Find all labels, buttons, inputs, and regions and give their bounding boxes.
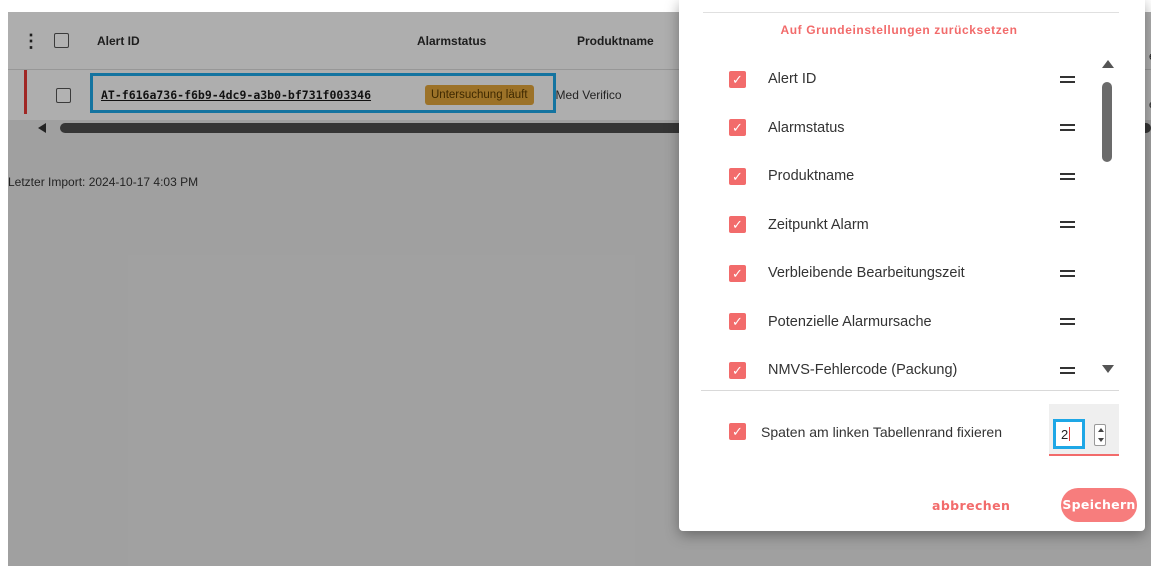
column-label: NMVS-Fehlercode (Packung)	[768, 362, 958, 379]
column-label: Alert ID	[768, 71, 817, 88]
column-label: Potenzielle Alarmursache	[768, 313, 932, 330]
list-item[interactable]: ✓ Verbleibende Bearbeitungszeit	[679, 249, 1099, 298]
list-item[interactable]: ✓ Produktname	[679, 152, 1099, 201]
column-checkbox[interactable]: ✓	[729, 313, 746, 331]
drag-handle-icon[interactable]	[1060, 172, 1075, 180]
cancel-button[interactable]: abbrechen	[932, 498, 1010, 513]
column-checkbox[interactable]: ✓	[729, 264, 746, 282]
list-item[interactable]: ✓ Alert ID	[679, 55, 1099, 104]
fix-columns-field[interactable]: 2	[1049, 404, 1119, 456]
column-label: Produktname	[768, 168, 855, 185]
column-checkbox[interactable]: ✓	[729, 361, 746, 379]
fix-columns-label: Spaten am linken Tabellenrand fixieren	[761, 424, 1003, 440]
drag-handle-icon[interactable]	[1060, 366, 1075, 374]
list-item[interactable]: ✓ NMVS-Fehlercode (Packung)	[679, 346, 1099, 395]
column-checkbox[interactable]: ✓	[729, 216, 746, 234]
fix-columns-checkbox[interactable]: ✓	[729, 423, 746, 440]
save-button[interactable]: Speichern	[1061, 488, 1137, 522]
list-item[interactable]: ✓ Potenzielle Alarmursache	[679, 298, 1099, 347]
fix-columns-input[interactable]: 2	[1053, 419, 1085, 449]
panel-divider-bottom	[701, 390, 1119, 391]
scrollbar-thumb[interactable]	[1102, 82, 1112, 162]
column-list: ✓ Alert ID ✓ Alarmstatus ✓ Produktname ✓…	[679, 55, 1099, 395]
column-label: Verbleibende Bearbeitungszeit	[768, 265, 965, 282]
column-label: Alarmstatus	[768, 119, 845, 136]
fix-columns-value: 2	[1061, 427, 1069, 442]
stepper-down-icon[interactable]	[1098, 438, 1104, 442]
scroll-up-icon[interactable]	[1102, 60, 1114, 68]
column-settings-panel: Auf Grundeinstellungen zurücksetzen ✓ Al…	[679, 0, 1145, 531]
drag-handle-icon[interactable]	[1060, 269, 1075, 277]
scroll-down-icon[interactable]	[1102, 365, 1114, 373]
column-checkbox[interactable]: ✓	[729, 167, 746, 185]
reset-defaults-link[interactable]: Auf Grundeinstellungen zurücksetzen	[679, 23, 1119, 37]
drag-handle-icon[interactable]	[1060, 124, 1075, 132]
text-caret	[1069, 427, 1071, 441]
drag-handle-icon[interactable]	[1060, 318, 1075, 326]
column-checkbox[interactable]: ✓	[729, 119, 746, 137]
column-label: Zeitpunkt Alarm	[768, 216, 869, 233]
vertical-scrollbar[interactable]	[1099, 50, 1115, 380]
list-item[interactable]: ✓ Alarmstatus	[679, 104, 1099, 153]
number-stepper[interactable]	[1094, 424, 1106, 446]
panel-divider-top	[703, 12, 1119, 13]
drag-handle-icon[interactable]	[1060, 75, 1075, 83]
list-item[interactable]: ✓ Zeitpunkt Alarm	[679, 201, 1099, 250]
column-checkbox[interactable]: ✓	[729, 70, 746, 88]
stepper-up-icon[interactable]	[1098, 428, 1104, 432]
fix-columns-row: ✓ Spaten am linken Tabellenrand fixieren…	[679, 404, 1145, 456]
drag-handle-icon[interactable]	[1060, 221, 1075, 229]
